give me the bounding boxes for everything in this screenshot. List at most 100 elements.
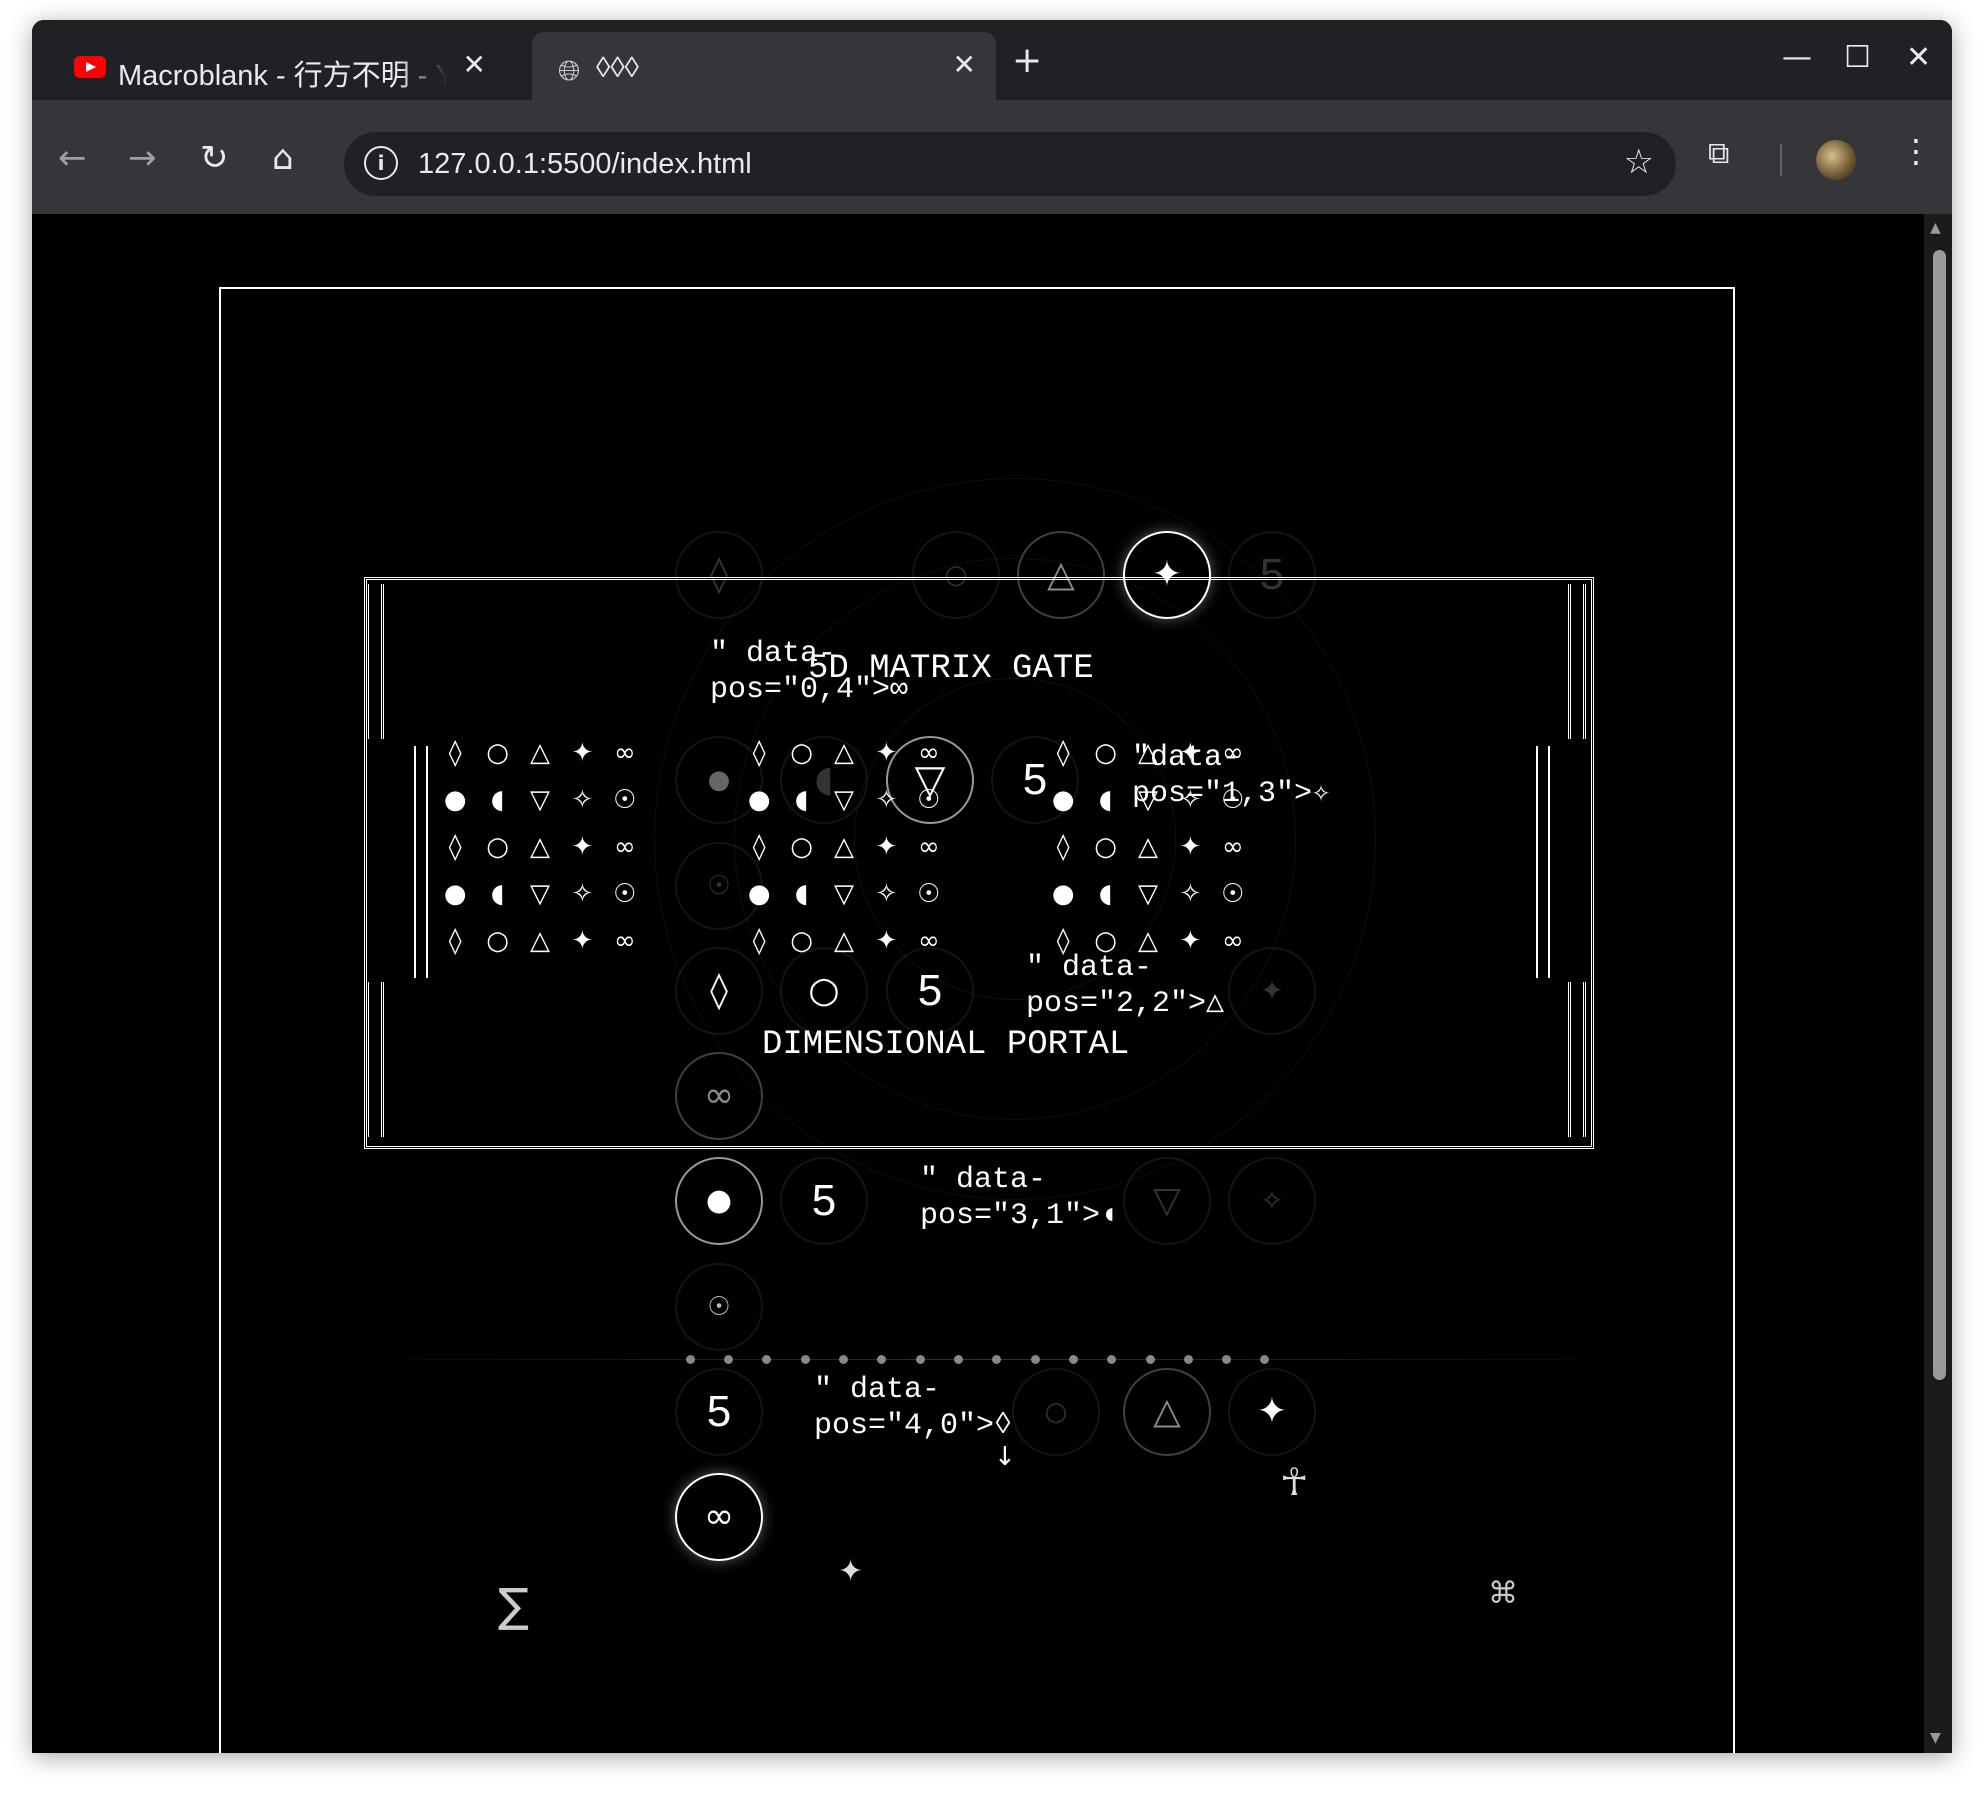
close-tab-icon[interactable]: ✕ <box>953 48 976 81</box>
matrix-cell[interactable]: △ <box>1123 1368 1211 1456</box>
browser-toolbar: ← → ↻ ⌂ i 127.0.0.1:5500/index.html ☆ ⧉ … <box>32 100 1952 214</box>
close-tab-icon[interactable]: ✕ <box>463 48 486 81</box>
matrix-cell[interactable]: ∞ <box>675 1052 763 1140</box>
glyph: ● <box>747 879 771 909</box>
forward-icon[interactable]: → <box>128 138 157 178</box>
page-viewport: ◊ ○ △ ✦ 5 ● ◖ ▽ 5 ☉ ◊ ○ 5 ✦ ∞ ● 5 ▽ ✧ ☉ … <box>32 214 1952 1753</box>
matrix-cell[interactable]: 5 <box>675 1368 763 1456</box>
tab-title: Macroblank - 行方不明 - Y <box>118 60 448 92</box>
glyph: ✧ <box>875 879 898 909</box>
glyph: ∞ <box>1221 832 1244 862</box>
glyph: ○ <box>790 926 813 956</box>
matrix-cell[interactable]: ✧ <box>1228 1157 1316 1245</box>
glyph: ✦ <box>875 926 898 956</box>
text-fragment: " data- pos="3,1">◖ <box>920 1163 1119 1233</box>
glyph: ∞ <box>613 738 636 768</box>
glyph: ✧ <box>571 879 594 909</box>
menu-icon[interactable]: ⋮ <box>1900 132 1932 170</box>
matrix-cell[interactable]: ✦ <box>1123 531 1211 619</box>
glyph: ∞ <box>917 832 940 862</box>
matrix-cell[interactable]: ▽ <box>1123 1157 1211 1245</box>
command-glyph: ⌘ <box>1488 1576 1518 1611</box>
scroll-down-icon[interactable]: ▼ <box>1930 1730 1941 1746</box>
matrix-cell[interactable]: ✦ <box>1228 947 1316 1035</box>
scroll-up-icon[interactable]: ▲ <box>1930 220 1941 236</box>
dot <box>724 1355 733 1364</box>
glyph: ✦ <box>1179 832 1202 862</box>
glyph: ○ <box>486 926 509 956</box>
down-arrow-glyph: ↓ <box>994 1442 1016 1472</box>
dot-row <box>686 1355 1306 1365</box>
reload-icon[interactable]: ↻ <box>200 138 229 178</box>
page-scrollbar[interactable]: ▲ ▼ <box>1924 214 1952 1753</box>
close-window-icon[interactable]: ✕ <box>1906 40 1931 75</box>
matrix-cell[interactable]: ☉ <box>675 1263 763 1351</box>
dot <box>1107 1355 1116 1364</box>
frame-corner-bl <box>366 982 384 1137</box>
matrix-cell[interactable]: 5 <box>1228 531 1316 619</box>
matrix-cell[interactable]: ∞ <box>675 1473 763 1561</box>
dot <box>877 1355 886 1364</box>
back-icon[interactable]: ← <box>58 138 87 178</box>
matrix-cell[interactable]: 5 <box>886 947 974 1035</box>
toolbar-divider <box>1780 144 1782 176</box>
glyph: ✦ <box>571 738 594 768</box>
frame-corner-tl <box>366 584 384 739</box>
minimize-icon[interactable]: — <box>1782 40 1812 75</box>
new-tab-button[interactable]: + <box>1012 40 1042 81</box>
glyph: ☉ <box>917 785 941 815</box>
tab-active[interactable]: 🌐︎ ◊◊◊ ✕ <box>532 32 996 100</box>
address-bar[interactable]: i 127.0.0.1:5500/index.html ☆ <box>344 132 1676 196</box>
glyph: ◖ <box>1098 785 1113 815</box>
frame-corner-tr <box>1568 584 1586 739</box>
matrix-cell[interactable]: ○ <box>912 531 1000 619</box>
home-icon[interactable]: ⌂ <box>272 138 294 178</box>
glyph: ○ <box>1094 832 1117 862</box>
text-fragment: " data- pos="0,4">∞ <box>710 637 909 707</box>
side-bar-left <box>414 746 428 978</box>
glyph: ✧ <box>1179 879 1202 909</box>
tab-search-icon[interactable]: ⧉ <box>1708 136 1729 171</box>
glyph: ▽ <box>833 785 854 815</box>
matrix-cell[interactable]: ○ <box>1012 1368 1100 1456</box>
dot <box>1260 1355 1269 1364</box>
matrix-cell[interactable]: ◊ <box>675 531 763 619</box>
matrix-cell[interactable]: 5 <box>780 1157 868 1245</box>
glyph: ◊ <box>448 832 462 862</box>
bookmark-star-icon[interactable]: ☆ <box>1624 142 1654 182</box>
globe-icon: 🌐︎ <box>558 54 581 87</box>
glyph: ● <box>1051 785 1075 815</box>
matrix-cell[interactable]: ● <box>675 1157 763 1245</box>
glyph-grid-left: ◊ ○ △ ✦ ∞ ● ◖ ▽ ✧ ☉ ◊ ○ △ ✦ ∞ ● ◖ ▽ ✧ ☉ ◊ ○ △ ✦ ∞ <box>434 736 646 959</box>
glyph: ◊ <box>1056 832 1070 862</box>
maximize-icon[interactable]: ☐ <box>1844 40 1871 75</box>
glyph: ∞ <box>917 926 940 956</box>
matrix-cell[interactable]: ○ <box>780 947 868 1035</box>
site-info-icon[interactable]: i <box>364 146 398 180</box>
glyph: ○ <box>486 832 509 862</box>
glyph: ◖ <box>794 879 809 909</box>
matrix-cell[interactable]: △ <box>1017 531 1105 619</box>
glyph: △ <box>529 738 550 768</box>
tab-title: ◊◊◊ <box>596 52 639 84</box>
browser-window: Macroblank - 行方不明 - Y ✕ 🌐︎ ◊◊◊ ✕ + — ☐ ✕… <box>32 20 1952 1753</box>
dot <box>992 1355 1001 1364</box>
glyph: ▽ <box>529 879 550 909</box>
tab-macroblank[interactable]: Macroblank - 行方不明 - Y ✕ <box>44 32 506 100</box>
scroll-thumb[interactable] <box>1933 250 1946 1380</box>
glyph: ☉ <box>917 879 941 909</box>
glyph: ● <box>1051 879 1075 909</box>
glyph: ☉ <box>613 879 637 909</box>
matrix-cell[interactable]: ✦ <box>1228 1368 1316 1456</box>
url-text[interactable]: 127.0.0.1:5500/index.html <box>418 148 752 181</box>
glyph: ◊ <box>1056 738 1070 768</box>
glyph: ● <box>443 785 467 815</box>
glyph: ☉ <box>613 785 637 815</box>
matrix-cell[interactable]: ◊ <box>675 947 763 1035</box>
profile-avatar[interactable] <box>1816 140 1856 180</box>
glyph: ✧ <box>875 785 898 815</box>
glyph: ✦ <box>875 832 898 862</box>
glyph: ◊ <box>752 926 766 956</box>
glyph: ✦ <box>571 926 594 956</box>
glyph: △ <box>833 738 854 768</box>
